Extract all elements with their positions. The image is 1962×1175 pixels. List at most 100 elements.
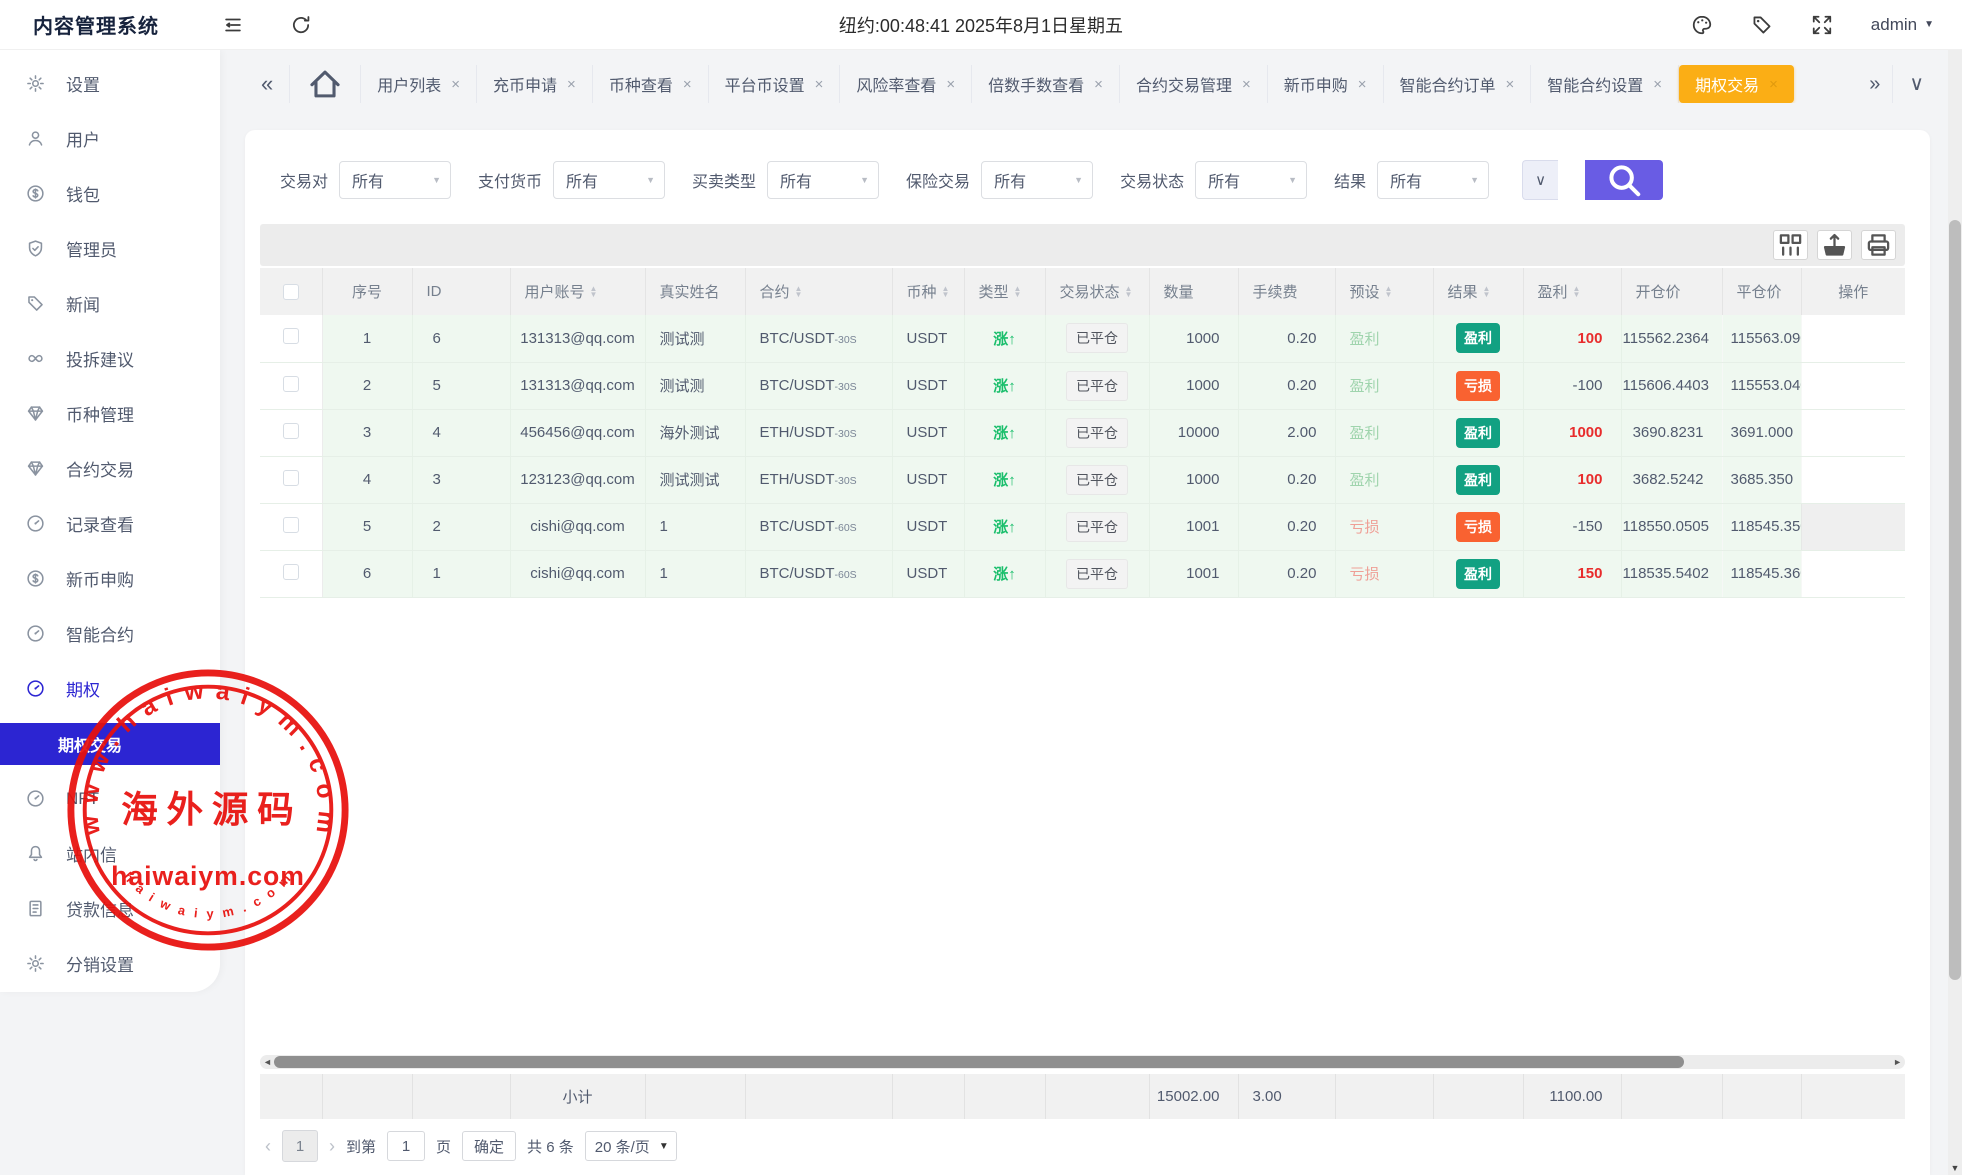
tab-close-icon[interactable]: × [1242, 76, 1251, 93]
column-header-status[interactable]: 交易状态▲▼ [1045, 267, 1149, 315]
prev-page-button[interactable]: ‹ [265, 1136, 271, 1157]
search-button[interactable] [1585, 160, 1663, 200]
tabs-menu-chevron-icon[interactable]: ∨ [1897, 65, 1936, 103]
row-checkbox[interactable] [283, 470, 299, 486]
next-page-button[interactable]: › [329, 1136, 335, 1157]
sidebar-item[interactable]: 记录查看 [0, 496, 220, 551]
tab-item[interactable]: 风险率查看× [840, 65, 972, 103]
tag-icon[interactable] [1751, 14, 1773, 36]
sidebar-item[interactable]: 管理员 [0, 221, 220, 276]
sort-icon[interactable]: ▲▼ [590, 286, 598, 298]
sidebar-subitem-option-trade[interactable]: 期权交易 [0, 716, 220, 771]
sidebar-subitem-active-bar[interactable]: 期权交易 [0, 723, 220, 765]
select-all-checkbox[interactable] [283, 284, 299, 300]
sidebar-item[interactable]: 分销设置 [0, 936, 220, 991]
tab-item[interactable]: 平台币设置× [709, 65, 841, 103]
sort-icon[interactable]: ▲▼ [1573, 286, 1581, 298]
sidebar-item[interactable]: 币种管理 [0, 386, 220, 441]
confirm-button[interactable]: 确定 [462, 1131, 516, 1161]
tab-item[interactable]: 智能合约订单× [1384, 65, 1532, 103]
column-header-preset[interactable]: 预设▲▼ [1335, 267, 1433, 315]
sort-icon[interactable]: ▲▼ [1125, 286, 1133, 298]
sort-icon[interactable]: ▲▼ [1014, 286, 1022, 298]
home-tab[interactable] [290, 65, 361, 103]
page-number-button[interactable]: 1 [282, 1130, 318, 1162]
tab-close-icon[interactable]: × [567, 76, 576, 93]
sidebar-item[interactable]: 站内信 [0, 826, 220, 881]
vertical-scrollbar-thumb[interactable] [1949, 220, 1961, 980]
row-checkbox[interactable] [283, 517, 299, 533]
theme-palette-icon[interactable] [1691, 14, 1713, 36]
tab-close-icon[interactable]: × [946, 76, 955, 93]
tab-close-icon[interactable]: × [815, 76, 824, 93]
user-menu[interactable]: admin ▼ [1871, 15, 1934, 35]
tab-item[interactable]: 用户列表× [361, 65, 477, 103]
fullscreen-icon[interactable] [1811, 14, 1833, 36]
sort-icon[interactable]: ▲▼ [942, 286, 950, 298]
filter-select[interactable]: 所有▼ [767, 161, 879, 199]
tab-close-icon[interactable]: × [683, 76, 692, 93]
column-header-result[interactable]: 结果▲▼ [1433, 267, 1523, 315]
sort-icon[interactable]: ▲▼ [795, 286, 803, 298]
sidebar-item[interactable]: 期权 [0, 661, 220, 716]
more-filters-chevron-icon[interactable]: ∨ [1522, 160, 1558, 200]
sidebar-item[interactable]: 新闻 [0, 276, 220, 331]
tab-item[interactable]: 合约交易管理× [1120, 65, 1268, 103]
tab-close-icon[interactable]: × [451, 76, 460, 93]
sidebar-item[interactable]: 新币申购 [0, 551, 220, 606]
vertical-scrollbar[interactable]: ▼ [1948, 50, 1962, 1175]
tab-item[interactable]: 新币申购× [1268, 65, 1384, 103]
sidebar-item[interactable]: 设置 [0, 56, 220, 111]
sidebar-item[interactable]: 贷款信息 [0, 881, 220, 936]
columns-config-button[interactable] [1773, 230, 1808, 260]
column-header-contract[interactable]: 合约▲▼ [745, 267, 892, 315]
tab-close-icon[interactable]: × [1358, 76, 1367, 93]
scroll-left-arrow-icon[interactable]: ◄ [263, 1055, 272, 1069]
sidebar-item[interactable]: 钱包 [0, 166, 220, 221]
filter-select[interactable]: 所有▼ [339, 161, 451, 199]
page-size-select[interactable]: 20 条/页 ▼ [585, 1131, 677, 1161]
row-checkbox[interactable] [283, 328, 299, 344]
collapse-menu-icon[interactable] [222, 14, 244, 36]
summary-empty-cell [1045, 1074, 1149, 1119]
filter-select[interactable]: 所有▼ [553, 161, 665, 199]
status-badge: 已平仓 [1066, 418, 1128, 448]
sidebar-item[interactable]: 用户 [0, 111, 220, 166]
print-button[interactable] [1861, 230, 1896, 260]
tab-close-icon[interactable]: × [1653, 76, 1662, 93]
sort-icon[interactable]: ▲▼ [1483, 286, 1491, 298]
horizontal-scrollbar-thumb[interactable] [274, 1056, 1684, 1068]
tab-item[interactable]: 充币申请× [477, 65, 593, 103]
cell-id: 2 [412, 503, 510, 550]
cell-result: 盈利 [1433, 315, 1523, 362]
column-header-type[interactable]: 类型▲▼ [964, 267, 1045, 315]
column-header-coin[interactable]: 币种▲▼ [892, 267, 964, 315]
horizontal-scrollbar[interactable]: ◄ ► [260, 1055, 1905, 1069]
tab-item[interactable]: 期权交易× [1679, 65, 1794, 103]
goto-page-input[interactable] [387, 1131, 425, 1161]
column-header-profit[interactable]: 盈利▲▼ [1523, 267, 1621, 315]
sidebar-item[interactable]: NFT [0, 771, 220, 826]
column-header-account[interactable]: 用户账号▲▼ [510, 267, 645, 315]
tab-close-icon[interactable]: × [1094, 76, 1103, 93]
filter-select[interactable]: 所有▼ [981, 161, 1093, 199]
sidebar-item[interactable]: 智能合约 [0, 606, 220, 661]
filter-select[interactable]: 所有▼ [1195, 161, 1307, 199]
tab-close-icon[interactable]: × [1769, 76, 1778, 93]
filter-select[interactable]: 所有▼ [1377, 161, 1489, 199]
tab-item[interactable]: 智能合约设置× [1531, 65, 1679, 103]
refresh-icon[interactable] [290, 14, 312, 36]
sidebar-item[interactable]: 合约交易 [0, 441, 220, 496]
tabs-scroll-right-icon[interactable]: » [1857, 65, 1893, 103]
sidebar-item[interactable]: 投拆建议 [0, 331, 220, 386]
sort-icon[interactable]: ▲▼ [1385, 286, 1393, 298]
tab-item[interactable]: 倍数手数查看× [972, 65, 1120, 103]
row-checkbox[interactable] [283, 376, 299, 392]
tab-item[interactable]: 币种查看× [593, 65, 709, 103]
scroll-right-arrow-icon[interactable]: ► [1893, 1055, 1902, 1069]
tabs-scroll-left-icon[interactable]: « [245, 65, 290, 103]
row-checkbox[interactable] [283, 423, 299, 439]
tab-close-icon[interactable]: × [1506, 76, 1515, 93]
export-button[interactable] [1817, 230, 1852, 260]
row-checkbox[interactable] [283, 564, 299, 580]
